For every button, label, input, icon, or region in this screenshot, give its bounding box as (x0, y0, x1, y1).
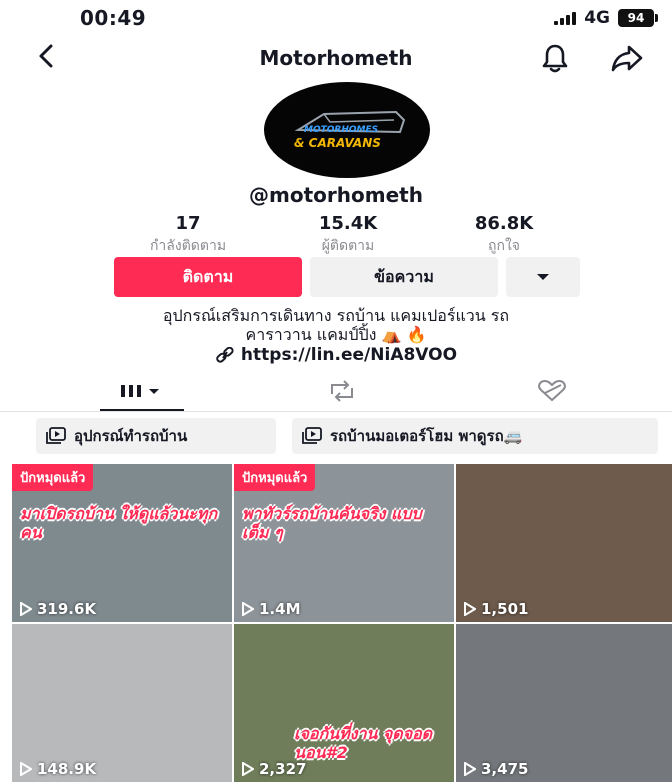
stat-label: กำลังติดตาม (149, 238, 227, 254)
nav-bar: Motorhometh (0, 36, 672, 80)
video-thumbnail[interactable]: ปักหมุดแล้ว พาทัวร์รถบ้านคันจริง แบบเต็ม… (234, 464, 454, 622)
pinned-badge: ปักหมุดแล้ว (12, 464, 94, 491)
video-caption: มาเปิดรถบ้าน ให้ดูแล้วนะทุกคน (20, 504, 218, 542)
notification-button[interactable] (540, 42, 570, 74)
liked-heart-icon (538, 379, 566, 402)
avatar[interactable]: MOTORHOMES & CARAVANS (264, 82, 430, 178)
videos-grid-icon (121, 385, 159, 397)
stat-value: 15.4K (318, 213, 378, 234)
play-icon (20, 762, 32, 776)
playlist-label: อุปกรณ์ทำรถบ้าน (74, 427, 188, 445)
tab-reposts[interactable] (320, 376, 364, 406)
bio-link[interactable]: https://lin.ee/NiA8VOO (0, 345, 672, 365)
caret-down-icon (537, 274, 549, 280)
share-button[interactable] (610, 42, 644, 74)
playlist-chip[interactable]: อุปกรณ์ทำรถบ้าน (36, 418, 276, 454)
message-button[interactable]: ข้อความ (310, 257, 498, 297)
follow-button[interactable]: ติดตาม (114, 257, 302, 297)
more-options-button[interactable] (506, 257, 580, 297)
status-indicators: 4G 94 (554, 8, 658, 28)
bio-line-2: คาราวาน แคมป์ปิ้ง ⛺ 🔥 (245, 325, 427, 344)
playlist-label: รถบ้านมอเตอร์โฮม พาดูรถ🚐 (330, 427, 523, 445)
play-icon (242, 602, 254, 616)
play-icon (20, 602, 32, 616)
video-caption: พาทัวร์รถบ้านคันจริง แบบเต็ม ๆ (242, 504, 422, 542)
signal-icon (554, 11, 577, 25)
stat-value: 86.8K (474, 213, 534, 234)
tab-liked[interactable] (530, 376, 574, 406)
battery-icon: 94 (618, 9, 658, 27)
play-icon (464, 602, 476, 616)
playlist-icon (46, 427, 66, 444)
playlist-row: อุปกรณ์ทำรถบ้าน รถบ้านมอเตอร์โฮม พาดูรถ🚐 (0, 418, 672, 462)
video-thumbnail[interactable]: 148.9K (12, 624, 232, 782)
stat-following[interactable]: 17 กำลังติดตาม (128, 213, 248, 257)
view-count-text: 2,327 (259, 760, 307, 778)
stat-value: 17 (175, 213, 201, 234)
repost-icon (331, 380, 353, 402)
username: @motorhometh (249, 183, 423, 207)
network-type: 4G (584, 8, 610, 28)
bell-icon (542, 44, 568, 73)
view-count: 1.4M (242, 600, 301, 618)
view-count-text: 3,475 (481, 760, 529, 778)
view-count: 319.6K (20, 600, 96, 618)
view-count: 3,475 (464, 760, 528, 778)
link-icon (216, 347, 234, 363)
status-time: 00:49 (80, 6, 147, 30)
stat-label: ผู้ติดตาม (321, 238, 375, 254)
play-icon (464, 762, 476, 776)
view-count: 2,327 (242, 760, 306, 778)
active-tab-indicator (100, 409, 184, 411)
view-count-text: 319.6K (37, 600, 97, 618)
page-title: Motorhometh (259, 46, 413, 70)
logo-text-caravans: & CARAVANS (294, 136, 381, 150)
bio-line-1: อุปกรณ์เสริมการเดินทาง รถบ้าน แคมเปอร์แว… (162, 306, 510, 325)
share-arrow-icon (611, 45, 643, 72)
view-count: 1,501 (464, 600, 528, 618)
view-count: 148.9K (20, 760, 96, 778)
tab-videos[interactable] (108, 376, 178, 406)
logo-text-motorhomes: MOTORHOMES (304, 125, 379, 135)
video-thumbnail[interactable]: ปักหมุดแล้ว มาเปิดรถบ้าน ให้ดูแล้วนะทุกค… (12, 464, 232, 622)
video-caption: เจอกันที่งาน จุดจอดนอน#2 (294, 724, 433, 762)
play-icon (242, 762, 254, 776)
video-thumbnail[interactable]: เจอกันที่งาน จุดจอดนอน#2 2,327 (234, 624, 454, 782)
bio-link-text: https://lin.ee/NiA8VOO (240, 345, 458, 365)
view-count-text: 148.9K (37, 760, 97, 778)
pinned-badge: ปักหมุดแล้ว (234, 464, 316, 491)
content-tabs (0, 370, 672, 412)
status-bar: 00:49 4G 94 (0, 0, 672, 36)
video-thumbnail[interactable]: 3,475 (456, 624, 672, 782)
stat-followers[interactable]: 15.4K ผู้ติดตาม (288, 213, 408, 257)
playlist-icon (302, 427, 322, 444)
video-grid: ปักหมุดแล้ว มาเปิดรถบ้าน ให้ดูแล้วนะทุกค… (12, 464, 672, 782)
view-count-text: 1,501 (481, 600, 529, 618)
stat-label: ถูกใจ (488, 238, 520, 254)
stat-likes[interactable]: 86.8K ถูกใจ (444, 213, 564, 257)
view-count-text: 1.4M (259, 600, 301, 618)
playlist-chip[interactable]: รถบ้านมอเตอร์โฮม พาดูรถ🚐 (292, 418, 658, 454)
video-thumbnail[interactable]: 1,501 (456, 464, 672, 622)
